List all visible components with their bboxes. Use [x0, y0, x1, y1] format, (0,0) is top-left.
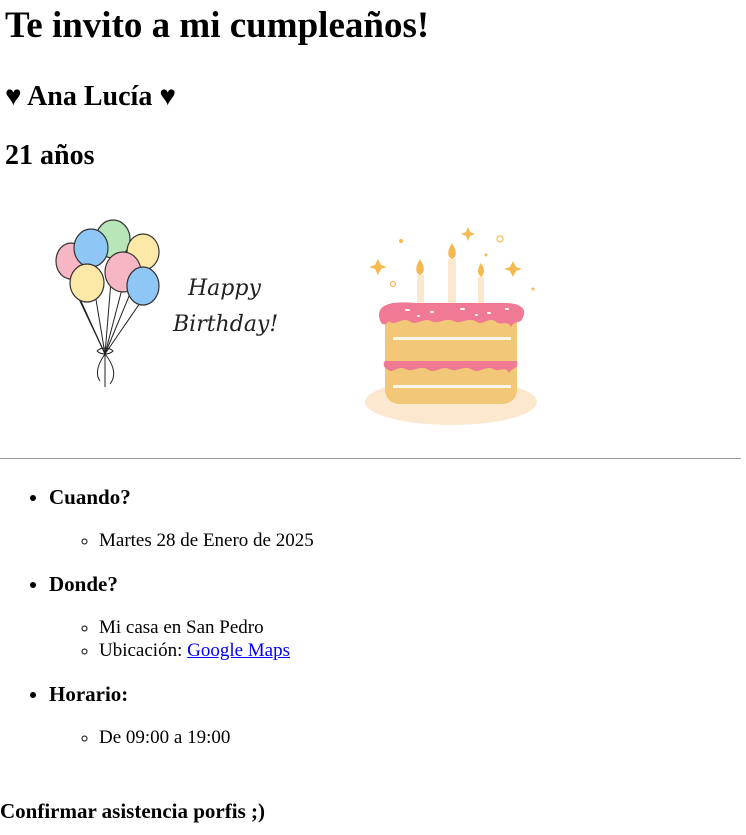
- section-divider: [0, 458, 741, 459]
- when-section: Cuando? Martes 28 de Enero de 2025: [49, 484, 741, 552]
- schedule-time: De 09:00 a 19:00: [99, 726, 741, 749]
- google-maps-link[interactable]: Google Maps: [187, 640, 290, 661]
- details-list: Cuando? Martes 28 de Enero de 2025 Donde…: [0, 484, 741, 749]
- location-prefix: Ubicación:: [99, 640, 188, 661]
- cake-stripe-2: [393, 385, 511, 388]
- candle-3: [478, 277, 484, 305]
- balloon-7: [69, 263, 105, 303]
- confirm-attendance: Confirmar asistencia porfis ;): [0, 799, 265, 823]
- event-details: Cuando? Martes 28 de Enero de 2025 Donde…: [0, 484, 741, 749]
- when-date: Martes 28 de Enero de 2025: [99, 529, 741, 552]
- candle-1: [417, 275, 424, 305]
- celebrant-name: ♥ Ana Lucía ♥: [5, 81, 176, 112]
- balloon-4: [73, 228, 109, 268]
- birthday-images: Happy Birthday!: [5, 199, 746, 459]
- happy-text: Happy: [187, 276, 261, 301]
- schedule-section: Horario: De 09:00 a 19:00: [49, 681, 741, 749]
- where-label: Donde?: [49, 572, 118, 596]
- where-place: Mi casa en San Pedro: [99, 616, 741, 639]
- celebrant-age: 21 años: [5, 140, 95, 171]
- balloon-6: [126, 266, 160, 306]
- flame-2: [448, 243, 456, 259]
- flame-1: [416, 259, 424, 275]
- page-title: Te invito a mi cumpleaños!: [5, 5, 430, 46]
- cake-stripe-1: [393, 337, 511, 340]
- birthday-cake-image: [365, 227, 537, 425]
- schedule-label: Horario:: [49, 682, 129, 706]
- where-location: Ubicación: Google Maps: [99, 639, 741, 662]
- balloons-happy-birthday-image: Happy Birthday!: [55, 219, 278, 387]
- birthday-text: Birthday!: [172, 312, 278, 337]
- where-section: Donde? Mi casa en San Pedro Ubicación: G…: [49, 571, 741, 662]
- flame-3: [478, 263, 484, 277]
- when-label: Cuando?: [49, 485, 131, 509]
- invitation-page: Te invito a mi cumpleaños! ♥ Ana Lucía ♥…: [5, 0, 746, 459]
- cake-body: [385, 309, 517, 404]
- candle-2: [448, 259, 456, 305]
